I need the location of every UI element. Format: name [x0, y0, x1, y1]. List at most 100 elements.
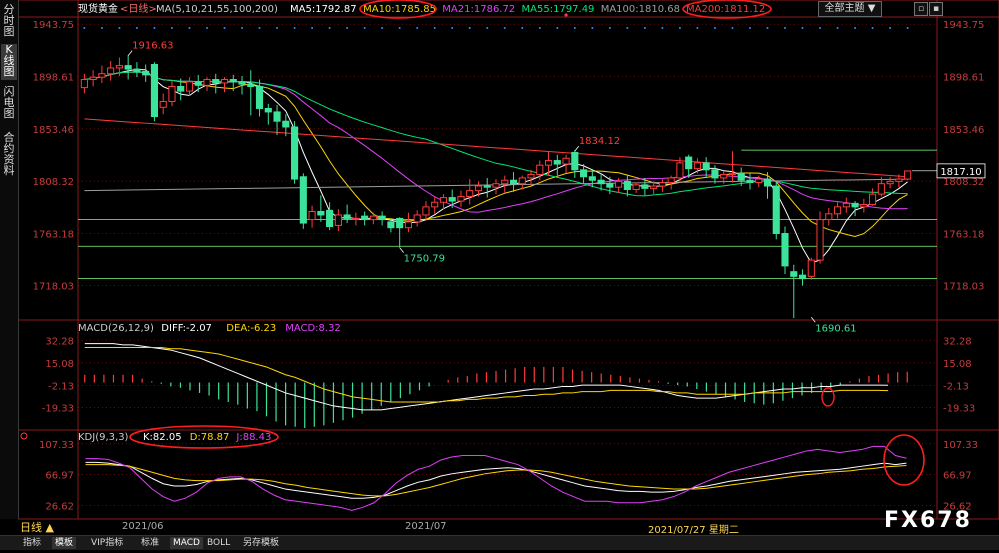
y-tick-label-left: 1718.03 [33, 282, 74, 293]
kdj-tick-right: 66.97 [943, 471, 972, 482]
candle-body [527, 173, 535, 179]
macd-tick-left: -2.13 [48, 381, 74, 392]
y-tick-label-left: 1943.75 [33, 20, 74, 31]
candle-body [457, 195, 465, 202]
candle-body [842, 202, 850, 208]
candle-body [798, 274, 807, 280]
candle-body [544, 160, 553, 166]
y-tick-label-left: 1853.46 [33, 125, 74, 136]
candle-body [107, 67, 115, 75]
marker-dot [346, 27, 349, 29]
marker-dot [836, 27, 839, 29]
tab-template[interactable]: 模板 [52, 537, 77, 549]
macd-tick-left: 15.08 [45, 359, 74, 370]
symbol-label: 现货黄金 [78, 2, 118, 15]
candle-body [676, 162, 684, 179]
marker-dot [731, 27, 734, 29]
ma55-line [84, 71, 908, 197]
marker-dot [906, 27, 909, 29]
candle-body [194, 81, 202, 86]
marker-dot [153, 27, 156, 29]
candle-body [431, 201, 439, 208]
candle-body [851, 202, 859, 208]
candle-body [658, 182, 666, 187]
candle-body [168, 85, 176, 103]
marker-dot [205, 27, 208, 29]
kdj-legend-3: J:88.43 [235, 432, 271, 443]
ma-legend-2: MA21:1786.72 [442, 4, 515, 15]
date-label-jul: 2021/07 [405, 521, 447, 532]
tab-contract-info[interactable]: 合约资料 [1, 132, 17, 180]
ma-legend-3: MA55:1797.49 [522, 4, 595, 15]
ma-params-label: MA(5,10,21,55,100,200) [156, 4, 278, 15]
candle-body [501, 179, 509, 185]
macd-tick-right: 32.28 [943, 337, 972, 348]
candle-body [763, 178, 772, 187]
candle-body [693, 162, 701, 170]
candle-body [667, 177, 675, 184]
price-annotation: 1916.63 [132, 41, 173, 52]
candle-body [80, 79, 88, 89]
candle-body [615, 180, 623, 188]
candle-body [369, 215, 377, 221]
kdj-d-line [85, 464, 907, 497]
date-label-jun: 2021/06 [122, 521, 164, 532]
candle-body [536, 164, 544, 175]
macd-legend-3: MACD:8.32 [285, 323, 341, 334]
marker-dot [381, 27, 384, 29]
theme-dropdown-label: 全部主题 [824, 3, 865, 14]
candle-body [229, 79, 237, 83]
candle-body [448, 197, 456, 202]
candle-body [413, 214, 421, 223]
candle-body [422, 206, 430, 216]
price-annotation: 1690.61 [815, 323, 856, 334]
tab-boll[interactable]: BOLL [204, 537, 233, 549]
y-tick-label-left: 1763.18 [33, 229, 74, 240]
candle-body [781, 232, 789, 267]
candle-body [247, 83, 255, 87]
candle-body [632, 184, 640, 190]
tab-save-template[interactable]: 另存模板 [240, 537, 282, 549]
marker-dot [661, 27, 664, 29]
candle-body [439, 197, 448, 203]
marker-dot [276, 27, 279, 29]
tab-lightning[interactable]: 闪电图 [1, 86, 17, 122]
candle-body [378, 215, 386, 221]
candle-body [816, 219, 824, 261]
tab-vip-indicator[interactable]: VIP指标 [88, 537, 126, 549]
candle-body [124, 65, 132, 70]
tab-indicator[interactable]: 指标 [20, 537, 44, 549]
candle-body [588, 176, 596, 181]
kdj-tick-left: 26.62 [45, 501, 74, 512]
candle-body [895, 178, 903, 182]
candle-body [518, 177, 526, 185]
marker-dot [696, 27, 699, 29]
restore-icon[interactable]: ▫ [914, 2, 928, 16]
tab-timeshare[interactable]: 分时图 [1, 4, 17, 40]
candle-body [580, 169, 588, 178]
tab-macd[interactable]: MACD [170, 537, 203, 549]
candle-body [728, 172, 737, 175]
current-price-value: 1817.10 [940, 167, 981, 178]
marker-dot [135, 27, 138, 29]
candle-body [115, 65, 123, 69]
candle-body [361, 215, 369, 221]
marker-dot [363, 27, 366, 29]
tab-standard[interactable]: 标准 [138, 537, 162, 549]
settings-icon[interactable]: ▪ [929, 2, 943, 16]
candle-body [904, 170, 912, 180]
candle-body [142, 70, 150, 76]
candle-body [606, 183, 614, 188]
candle-body [98, 73, 106, 78]
kdj-tick-left: 107.33 [39, 440, 74, 451]
price-annotation: 1834.12 [579, 136, 620, 147]
candle-body [483, 185, 491, 188]
period-button[interactable]: 日线 ▲ [20, 521, 54, 534]
theme-dropdown[interactable]: 全部主题 ▼ [818, 1, 882, 17]
candle-body [711, 169, 719, 179]
y-tick-label-left: 1898.61 [33, 72, 74, 83]
ma200-line [84, 118, 908, 178]
candle-body [326, 209, 334, 228]
tab-kline[interactable]: K线图 [1, 44, 17, 80]
marker-dot [643, 27, 646, 29]
